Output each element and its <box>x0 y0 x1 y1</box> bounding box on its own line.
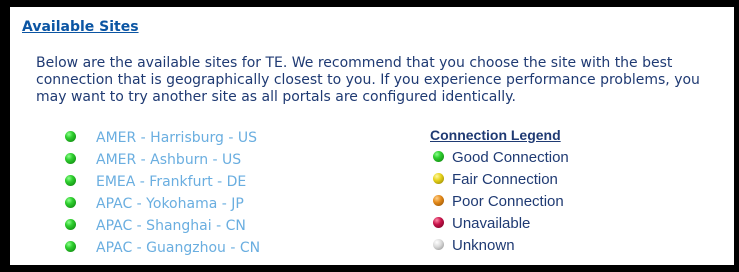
legend-label: Poor Connection <box>452 193 564 210</box>
intro-text: Below are the available sites for TE. We… <box>36 55 734 106</box>
legend-label: Good Connection <box>452 149 569 166</box>
fair-connection-icon <box>433 173 444 184</box>
unknown-icon <box>433 239 444 250</box>
status-green-icon <box>65 131 76 142</box>
legend-label: Fair Connection <box>452 171 558 188</box>
status-green-icon <box>65 197 76 208</box>
status-green-icon <box>65 219 76 230</box>
status-green-icon <box>65 153 76 164</box>
good-connection-icon <box>433 151 444 162</box>
site-link[interactable]: AMER - Ashburn - US <box>96 152 241 168</box>
page-title[interactable]: Available Sites <box>22 19 139 35</box>
site-link[interactable]: APAC - Guangzhou - CN <box>96 240 260 256</box>
available-sites-panel: Available Sites Below are the available … <box>10 7 734 265</box>
window-frame-bottom <box>0 265 739 272</box>
site-link[interactable]: EMEA - Frankfurt - DE <box>96 174 246 190</box>
intro-line: Below are the available sites for TE. We… <box>36 55 673 71</box>
status-green-icon <box>65 241 76 252</box>
site-link[interactable]: AMER - Harrisburg - US <box>96 130 257 146</box>
status-green-icon <box>65 175 76 186</box>
intro-line: may want to try another site as all port… <box>36 89 516 105</box>
window-frame-top <box>0 0 739 7</box>
window-frame-right <box>734 0 739 272</box>
legend-label: Unavailable <box>452 215 531 232</box>
intro-line: connection that is geographically closes… <box>36 72 700 88</box>
window-frame-left <box>0 0 10 272</box>
legend-title: Connection Legend <box>430 127 561 143</box>
site-link[interactable]: APAC - Shanghai - CN <box>96 218 246 234</box>
poor-connection-icon <box>433 195 444 206</box>
site-link[interactable]: APAC - Yokohama - JP <box>96 196 244 212</box>
unavailable-icon <box>433 217 444 228</box>
legend-label: Unknown <box>452 237 515 254</box>
